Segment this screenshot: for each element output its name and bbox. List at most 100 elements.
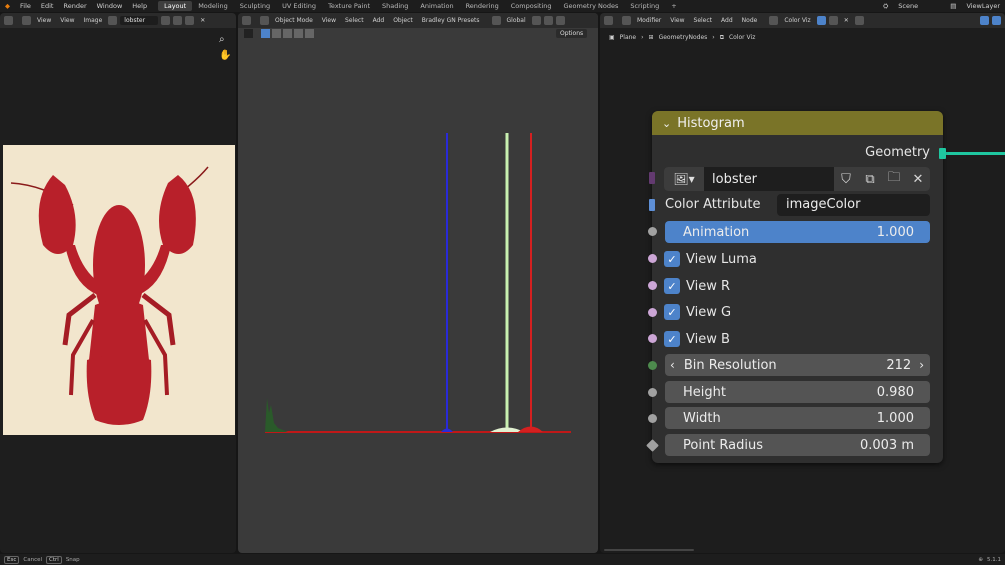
menu-view[interactable]: View: [57, 17, 77, 24]
gizmo-icon[interactable]: [992, 16, 1001, 25]
scene-selector[interactable]: Scene: [893, 2, 945, 10]
collapse-chevron-icon[interactable]: ⌄: [662, 117, 671, 130]
node-tree-icon[interactable]: [769, 16, 779, 25]
network-icon: ⊕: [978, 556, 983, 563]
view-mode-icon[interactable]: [22, 16, 31, 25]
breadcrumb-geometry-nodes[interactable]: GeometryNodes: [659, 34, 708, 42]
tab-rendering[interactable]: Rendering: [460, 1, 505, 11]
image-name-field[interactable]: lobster: [704, 172, 834, 187]
animation-socket[interactable]: [648, 227, 657, 236]
menu-node[interactable]: Node: [739, 17, 761, 24]
tab-compositing[interactable]: Compositing: [505, 1, 558, 11]
snap-label: Snap: [65, 556, 80, 563]
breadcrumb-separator-icon: ›: [712, 34, 715, 41]
increment-chevron-icon[interactable]: ›: [919, 358, 924, 372]
editor-type-icon[interactable]: [4, 16, 13, 25]
view-g-label: View G: [686, 304, 732, 320]
image-browse-icon[interactable]: [108, 16, 118, 25]
editor-type-icon[interactable]: [604, 16, 613, 25]
menu-window[interactable]: Window: [92, 2, 128, 10]
histogram-node[interactable]: ⌄ Histogram Geometry 🖼▾ lobster ⛉ ⧉ 🗀 ✕ …: [646, 111, 946, 463]
height-socket[interactable]: [648, 388, 657, 397]
status-bar: Esc Cancel Ctrl Snap ⊕ 5.1.1: [0, 554, 1005, 565]
node-editor-header: Modifier View Select Add Node Color Viz …: [600, 13, 1005, 28]
pan-hand-icon[interactable]: ✋: [219, 50, 231, 61]
snap-key: Ctrl: [46, 555, 62, 564]
point-radius-field[interactable]: Point Radius 0.003 m: [665, 434, 930, 456]
duplicate-image-icon[interactable]: ⧉: [858, 167, 882, 191]
tab-texture-paint[interactable]: Texture Paint: [322, 1, 376, 11]
blender-logo-icon[interactable]: ◆: [0, 2, 15, 10]
view-b-label: View B: [686, 331, 730, 347]
breadcrumb-color-viz[interactable]: Color Viz: [729, 34, 755, 42]
tab-animation[interactable]: Animation: [414, 1, 459, 11]
width-socket[interactable]: [648, 414, 657, 423]
unlink-tree-icon[interactable]: ✕: [841, 17, 852, 24]
view-r-socket[interactable]: [648, 281, 657, 290]
fake-user-icon[interactable]: [816, 16, 826, 25]
color-attribute-socket[interactable]: [649, 199, 655, 211]
tab-modeling[interactable]: Modeling: [192, 1, 234, 11]
view-r-checkbox[interactable]: ✓: [664, 278, 680, 294]
geometry-output-link: [946, 152, 1005, 155]
menu-add[interactable]: Add: [718, 17, 736, 24]
node-header[interactable]: ⌄ Histogram: [652, 111, 943, 135]
tab-shading[interactable]: Shading: [376, 1, 414, 11]
tab-layout[interactable]: Layout: [158, 1, 193, 11]
view-b-checkbox[interactable]: ✓: [664, 331, 680, 347]
fake-user-shield-icon[interactable]: ⛉: [834, 167, 858, 191]
view-layer-selector[interactable]: ViewLayer: [961, 2, 1005, 10]
view-g-socket[interactable]: [648, 308, 657, 317]
view-luma-socket[interactable]: [648, 254, 657, 263]
image-input-socket[interactable]: [649, 172, 655, 184]
image-browse-icon[interactable]: 🖼▾: [664, 167, 704, 191]
duplicate-tree-icon[interactable]: [828, 16, 838, 25]
breadcrumb-plane[interactable]: Plane: [620, 34, 636, 42]
geometry-output-socket[interactable]: [939, 148, 946, 159]
modifier-dropdown[interactable]: Modifier: [634, 17, 664, 24]
view-luma-row: ✓ View Luma: [664, 248, 930, 270]
add-workspace-button[interactable]: +: [665, 1, 682, 11]
view-mode-dropdown[interactable]: View: [34, 17, 54, 24]
open-image-folder-icon[interactable]: 🗀: [882, 167, 906, 191]
unlink-image-icon[interactable]: ✕: [197, 17, 208, 24]
tab-sculpting[interactable]: Sculpting: [234, 1, 276, 11]
menu-render[interactable]: Render: [58, 2, 91, 10]
fake-user-icon[interactable]: [161, 16, 171, 25]
overlay-icon[interactable]: [980, 16, 989, 25]
animation-label: Animation: [683, 224, 750, 240]
tab-geometry-nodes[interactable]: Geometry Nodes: [558, 1, 625, 11]
menu-edit[interactable]: Edit: [36, 2, 59, 10]
color-attribute-field[interactable]: imageColor: [777, 194, 930, 216]
node-tree-name-field[interactable]: Color Viz: [781, 17, 813, 24]
menu-image[interactable]: Image: [81, 17, 106, 24]
view-g-checkbox[interactable]: ✓: [664, 304, 680, 320]
menu-file[interactable]: File: [15, 2, 36, 10]
cancel-key: Esc: [4, 555, 20, 564]
unlink-image-icon[interactable]: ✕: [906, 167, 930, 191]
view-g-row: ✓ View G: [664, 301, 930, 323]
bin-resolution-field[interactable]: ‹ Bin Resolution 212 ›: [665, 354, 930, 376]
plane-object-icon: ▣: [609, 34, 615, 41]
image-name-field[interactable]: lobster: [120, 16, 159, 25]
view-luma-checkbox[interactable]: ✓: [664, 251, 680, 267]
menu-help[interactable]: Help: [127, 2, 152, 10]
zoom-icon[interactable]: ⌕: [219, 34, 225, 45]
tab-uv-editing[interactable]: UV Editing: [276, 1, 322, 11]
tab-scripting[interactable]: Scripting: [624, 1, 665, 11]
scene-icon[interactable]: ⛭: [878, 2, 893, 11]
height-field[interactable]: Height 0.980: [665, 381, 930, 403]
modifier-icon[interactable]: [622, 16, 631, 25]
new-image-icon[interactable]: [173, 16, 183, 25]
menu-view[interactable]: View: [667, 17, 687, 24]
pin-icon[interactable]: [854, 16, 864, 25]
node-editor-scrollbar[interactable]: [604, 549, 694, 551]
bin-resolution-socket[interactable]: [648, 361, 657, 370]
image-editor-area: View View Image lobster ✕ ⌕ ✋: [0, 13, 236, 553]
menu-select[interactable]: Select: [691, 17, 716, 24]
view-layer-icon[interactable]: ▤: [945, 2, 961, 10]
open-image-icon[interactable]: [185, 16, 195, 25]
view-b-socket[interactable]: [648, 334, 657, 343]
animation-slider[interactable]: Animation 1.000: [665, 221, 930, 243]
width-field[interactable]: Width 1.000: [665, 407, 930, 429]
